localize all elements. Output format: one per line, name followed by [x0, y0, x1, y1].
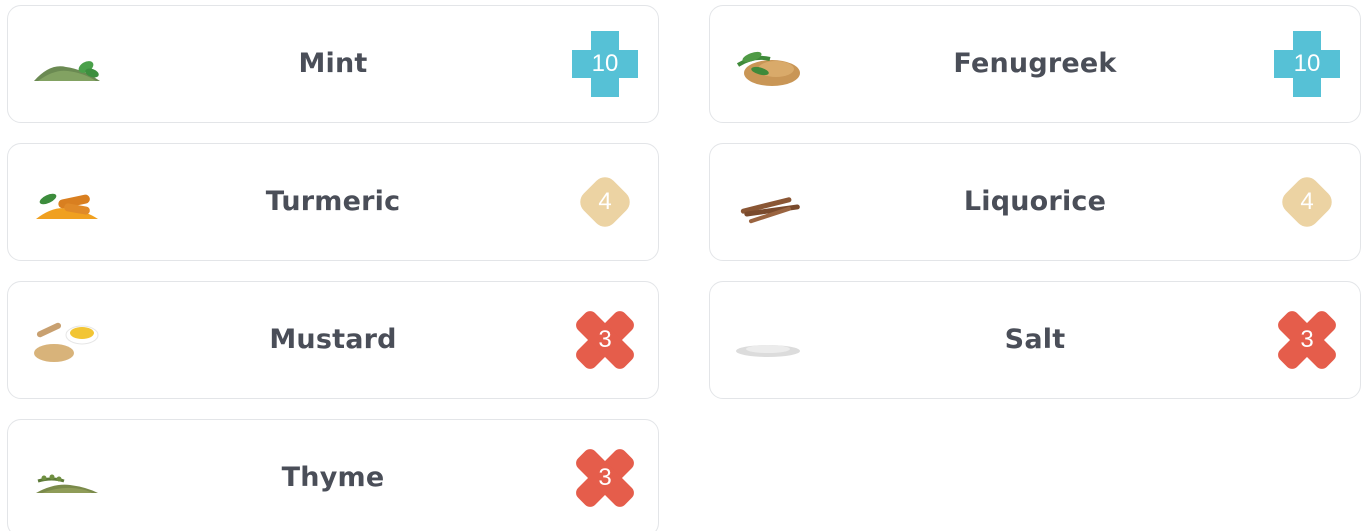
plus-icon: 10: [1274, 31, 1340, 97]
spice-score: 10: [591, 50, 619, 77]
fenugreek-image: [730, 37, 806, 93]
cross-icon: 3: [572, 445, 638, 511]
thyme-image: [28, 451, 104, 507]
diamond-icon: 4: [1274, 169, 1340, 235]
spice-name: Mustard: [269, 324, 397, 355]
plus-icon: 10: [572, 31, 638, 97]
mustard-image: [28, 313, 104, 369]
spice-card-mustard[interactable]: Mustard 3: [7, 281, 659, 399]
spice-score: 10: [1293, 50, 1321, 77]
spice-name: Fenugreek: [953, 48, 1117, 79]
spice-card-salt[interactable]: Salt 3: [709, 281, 1361, 399]
spice-card-turmeric[interactable]: Turmeric 4: [7, 143, 659, 261]
spice-name: Thyme: [281, 462, 385, 493]
spice-name: Salt: [1004, 324, 1066, 355]
cross-icon: 3: [1274, 307, 1340, 373]
spice-score: 4: [1300, 188, 1314, 215]
spice-score: 3: [598, 326, 612, 353]
cross-icon: 3: [572, 307, 638, 373]
spice-card-liquorice[interactable]: Liquorice 4: [709, 143, 1361, 261]
mint-image: [28, 37, 104, 93]
spice-score: 4: [598, 188, 612, 215]
spice-name: Turmeric: [265, 186, 401, 217]
salt-image: [730, 313, 806, 369]
spice-card-thyme[interactable]: Thyme 3: [7, 419, 659, 531]
spice-score: 3: [1300, 326, 1314, 353]
turmeric-image: [28, 175, 104, 231]
spice-card-mint[interactable]: Mint 10: [7, 5, 659, 123]
spice-grid: Mint 10 Fenugreek 10 Turmeric 4 Liquoric…: [0, 0, 1366, 531]
spice-card-fenugreek[interactable]: Fenugreek 10: [709, 5, 1361, 123]
spice-name: Liquorice: [963, 186, 1107, 217]
liquorice-image: [730, 175, 806, 231]
spice-name: Mint: [298, 48, 368, 79]
spice-score: 3: [598, 464, 612, 491]
diamond-icon: 4: [572, 169, 638, 235]
